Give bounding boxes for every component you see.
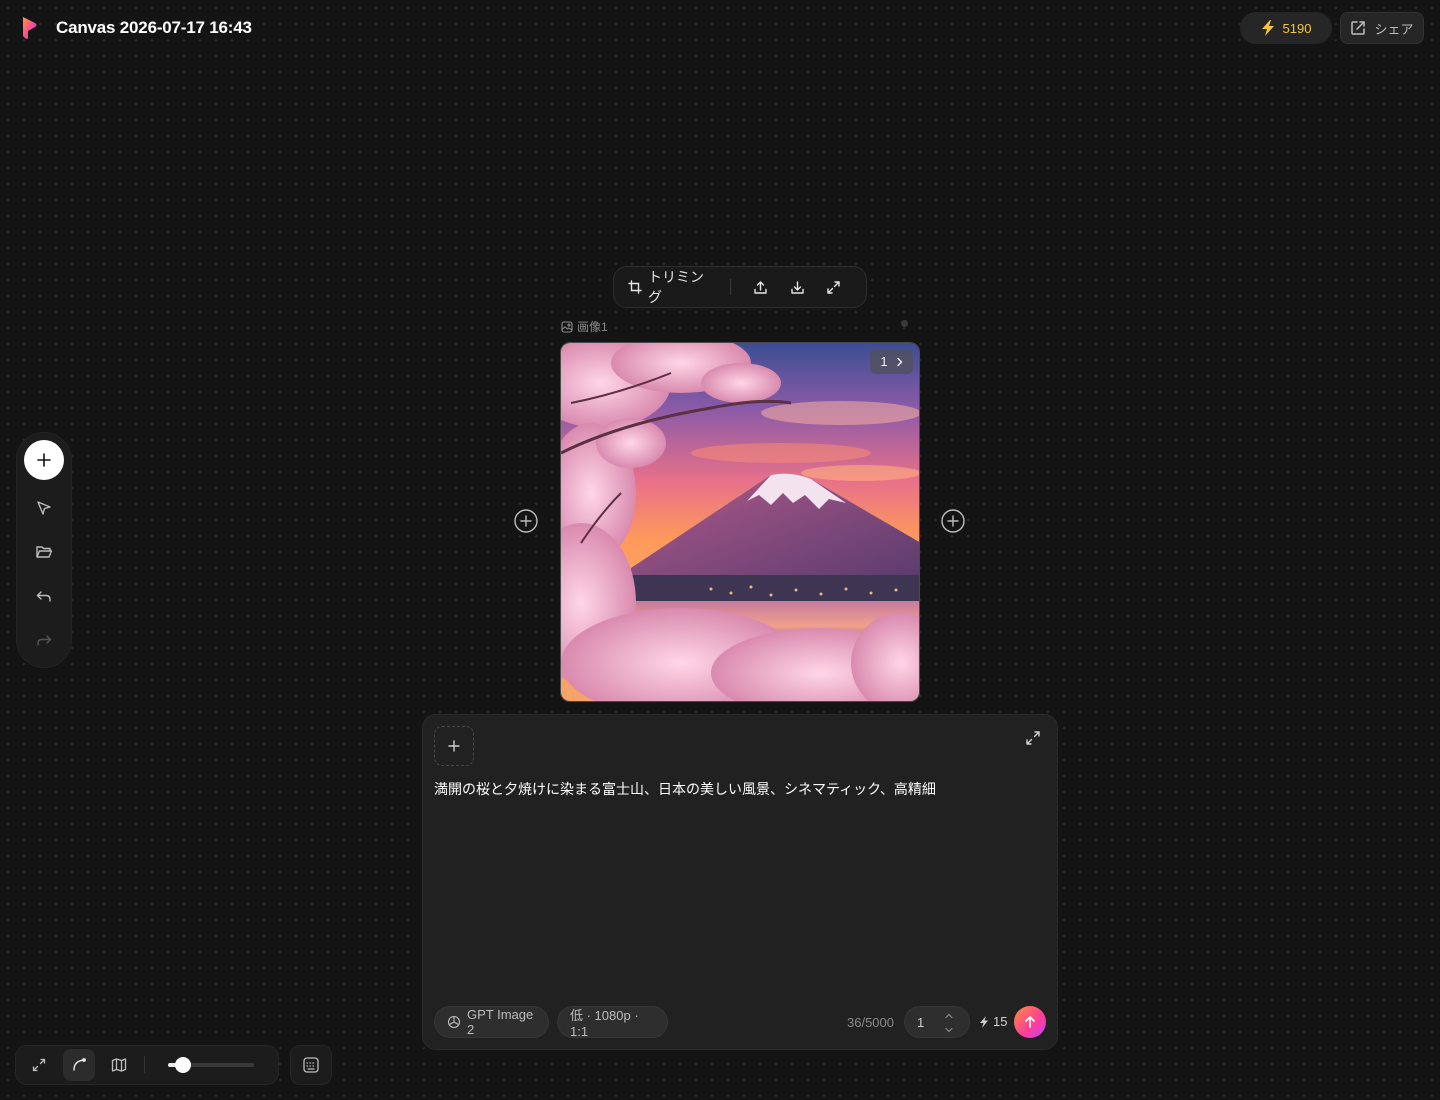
cost-value: 15 [993,1014,1008,1029]
keyboard-icon [302,1056,320,1074]
folder-icon [35,543,53,561]
toolbar-divider [144,1056,145,1073]
quantity-stepper[interactable]: 1 [904,1006,970,1038]
credits-button[interactable]: 5190 [1240,12,1332,44]
add-right-node-button[interactable] [940,508,966,534]
open-folder-button[interactable] [24,536,64,568]
settings-summary: 低 · 1080p · 1:1 [570,1008,639,1039]
undo-button[interactable] [24,580,64,612]
chevron-right-icon [896,357,903,367]
download-icon [790,280,805,295]
plus-circle-icon [940,508,966,534]
model-selector[interactable]: GPT Image 2 [434,1006,549,1038]
expand-icon [32,1058,46,1072]
pointer-icon [35,499,53,517]
crop-button[interactable]: トリミング [628,267,710,307]
plus-icon [37,453,51,467]
redo-icon [35,631,53,649]
page-title: Canvas 2026-07-17 16:43 [56,18,252,37]
credits-count: 5190 [1282,20,1312,36]
plus-circle-icon [513,508,539,534]
expand-icon [826,280,841,295]
download-button[interactable] [779,272,815,302]
image-pager[interactable]: 1 [870,349,913,374]
expand-panel-button[interactable] [1024,729,1044,749]
share-icon [1350,20,1366,36]
generate-button[interactable] [1014,1006,1046,1038]
fuji-sakura-image [561,343,919,701]
node-connector-dot[interactable] [901,320,908,327]
share-button[interactable]: シェア [1340,12,1424,44]
fit-view-button[interactable] [23,1049,55,1081]
curve-connector-button[interactable] [63,1049,95,1081]
quantity-value: 1 [917,1014,925,1030]
zoom-slider-handle[interactable] [174,1057,191,1073]
lightning-icon [979,1015,989,1028]
attach-reference-button[interactable] [434,726,474,766]
crop-label: トリミング [648,269,704,305]
toolbar-divider [729,279,731,295]
generated-image[interactable] [560,342,920,702]
generation-cost: 15 [979,1014,1007,1029]
app-logo[interactable] [20,16,40,40]
image-index: 1 [880,354,888,369]
model-name: GPT Image 2 [467,1007,534,1037]
arrow-up-icon [1023,1015,1037,1029]
image-node-label: 画像1 [561,318,608,335]
image-node-title: 画像1 [577,320,608,334]
share-label: シェア [1374,21,1414,37]
crop-icon [628,280,642,294]
lightning-icon [1261,20,1275,36]
image-toolbar: トリミング [613,266,867,308]
add-left-node-button[interactable] [513,508,539,534]
upload-button[interactable] [743,272,779,302]
prompt-panel [422,714,1058,1050]
fullscreen-button[interactable] [816,272,852,302]
redo-button[interactable] [24,624,64,656]
keyboard-shortcuts-button[interactable] [290,1045,332,1085]
select-tool-button[interactable] [24,492,64,524]
minimap-button[interactable] [103,1049,135,1081]
openai-icon [447,1015,461,1029]
character-count: 36/5000 [847,1015,894,1030]
generation-settings-selector[interactable]: 低 · 1080p · 1:1 [557,1006,668,1039]
upload-icon [753,280,768,295]
plus-icon [448,740,460,752]
chevron-down-icon[interactable] [939,1024,959,1036]
chevron-up-icon[interactable] [939,1010,959,1022]
image-icon [561,320,573,333]
undo-icon [35,587,53,605]
map-icon [111,1057,127,1073]
curve-icon [71,1057,87,1073]
add-node-button[interactable] [24,440,64,480]
expand-icon [1024,729,1044,747]
prompt-input[interactable]: 満開の桜と夕焼けに染まる富士山、日本の美しい風景、シネマティック、高精細 [434,780,1034,798]
